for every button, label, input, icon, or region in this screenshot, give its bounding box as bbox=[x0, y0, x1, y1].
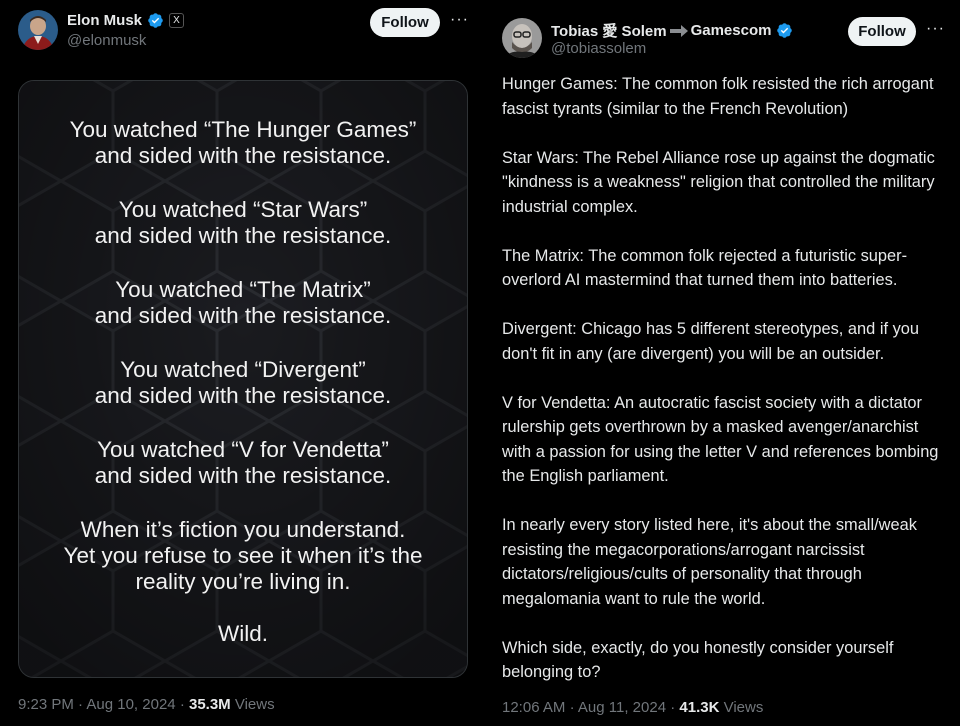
tweet-time[interactable]: 12:06 AM bbox=[502, 699, 565, 716]
meme-block-v-for-vendetta: You watched “V for Vendetta” and sided w… bbox=[19, 437, 467, 489]
meta-separator: · bbox=[670, 699, 676, 716]
meme-caption: You watched “The Hunger Games” and sided… bbox=[19, 117, 467, 675]
meme-block-closing: When it’s fiction you understand. Yet yo… bbox=[19, 517, 467, 595]
author-name[interactable]: Elon Musk X bbox=[67, 12, 185, 29]
meme-block-matrix: You watched “The Matrix” and sided with … bbox=[19, 277, 467, 329]
meme-image[interactable]: You watched “The Hunger Games” and sided… bbox=[18, 80, 468, 678]
tweet-paragraph-divergent: Divergent: Chicago has 5 different stere… bbox=[502, 320, 919, 363]
right-tweet: Tobias 愛 Solem Gamescom @tobiassolem Fol… bbox=[484, 0, 960, 726]
elon-avatar[interactable] bbox=[18, 10, 58, 50]
tweet-date[interactable]: Aug 10, 2024 bbox=[86, 696, 175, 713]
views-label: Views bbox=[723, 699, 764, 716]
more-options-icon[interactable]: ··· bbox=[450, 11, 469, 29]
tweet-date[interactable]: Aug 11, 2024 bbox=[578, 699, 666, 716]
meme-line: reality you’re living in. bbox=[135, 569, 351, 594]
tobias-avatar[interactable] bbox=[502, 18, 542, 58]
tweet-paragraph-question: Which side, exactly, do you honestly con… bbox=[502, 638, 894, 682]
meme-block-divergent: You watched “Divergent” and sided with t… bbox=[19, 357, 467, 409]
meme-line: You watched “The Matrix” bbox=[115, 277, 371, 302]
author-name-suffix[interactable]: Gamescom bbox=[691, 22, 772, 39]
meme-block-star-wars: You watched “Star Wars” and sided with t… bbox=[19, 197, 467, 249]
verified-badge-icon bbox=[777, 23, 793, 38]
meta-separator: · bbox=[179, 696, 185, 713]
meme-line: and sided with the resistance. bbox=[94, 383, 392, 408]
tweet-paragraph-star-wars: Star Wars: The Rebel Alliance rose up ag… bbox=[502, 148, 935, 216]
meme-line: You watched “Divergent” bbox=[120, 357, 366, 382]
meme-line: and sided with the resistance. bbox=[94, 463, 392, 488]
author-name-text[interactable]: Elon Musk bbox=[67, 12, 142, 29]
tweet-paragraph-hunger-games: Hunger Games: The common folk resisted t… bbox=[502, 75, 934, 118]
follow-button[interactable]: Follow bbox=[370, 8, 440, 37]
author-handle[interactable]: @tobiassolem bbox=[551, 40, 646, 57]
meta-separator: · bbox=[78, 696, 84, 713]
meme-line: When it’s fiction you understand. bbox=[80, 517, 406, 542]
arrow-right-icon bbox=[669, 24, 688, 37]
meme-line: and sided with the resistance. bbox=[94, 303, 392, 328]
meme-line: Yet you refuse to see it when it’s the bbox=[63, 543, 423, 568]
meme-block-hunger-games: You watched “The Hunger Games” and sided… bbox=[19, 117, 467, 169]
meme-line: and sided with the resistance. bbox=[94, 143, 392, 168]
follow-button[interactable]: Follow bbox=[848, 17, 916, 46]
verified-badge-icon bbox=[148, 13, 163, 28]
tweet-paragraph-v-for-vendetta: V for Vendetta: An autocratic fascist so… bbox=[502, 393, 939, 486]
meme-line: You watched “The Hunger Games” bbox=[69, 117, 417, 142]
author-name-text[interactable]: Tobias 愛 Solem bbox=[551, 20, 667, 41]
meme-line: and sided with the resistance. bbox=[94, 223, 392, 248]
author-handle[interactable]: @elonmusk bbox=[67, 32, 146, 49]
meme-final-line: Wild. bbox=[218, 621, 268, 646]
views-label: Views bbox=[234, 696, 275, 713]
x-affiliate-badge: X bbox=[169, 13, 185, 28]
views-count: 35.3M bbox=[188, 696, 231, 713]
tweet-text: Hunger Games: The common folk resisted t… bbox=[502, 72, 952, 709]
tweet-meta: 9:23 PM · Aug 10, 2024 · 35.3M Views bbox=[18, 696, 275, 713]
author-name[interactable]: Tobias 愛 Solem Gamescom bbox=[551, 20, 793, 41]
tweet-paragraph-matrix: The Matrix: The common folk rejected a f… bbox=[502, 246, 908, 290]
meme-line: You watched “V for Vendetta” bbox=[97, 437, 389, 462]
meta-separator: · bbox=[569, 699, 575, 716]
tweet-time[interactable]: 9:23 PM bbox=[18, 696, 74, 713]
more-options-icon[interactable]: ··· bbox=[926, 20, 945, 38]
meme-line: You watched “Star Wars” bbox=[118, 197, 368, 222]
tweet-paragraph-summary: In nearly every story listed here, it's … bbox=[502, 516, 917, 608]
views-count: 41.3K bbox=[679, 699, 720, 716]
tweet-meta: 12:06 AM · Aug 11, 2024 · 41.3K Views bbox=[502, 699, 763, 716]
left-tweet: Elon Musk X @elonmusk Follow ··· You wat… bbox=[0, 0, 484, 726]
